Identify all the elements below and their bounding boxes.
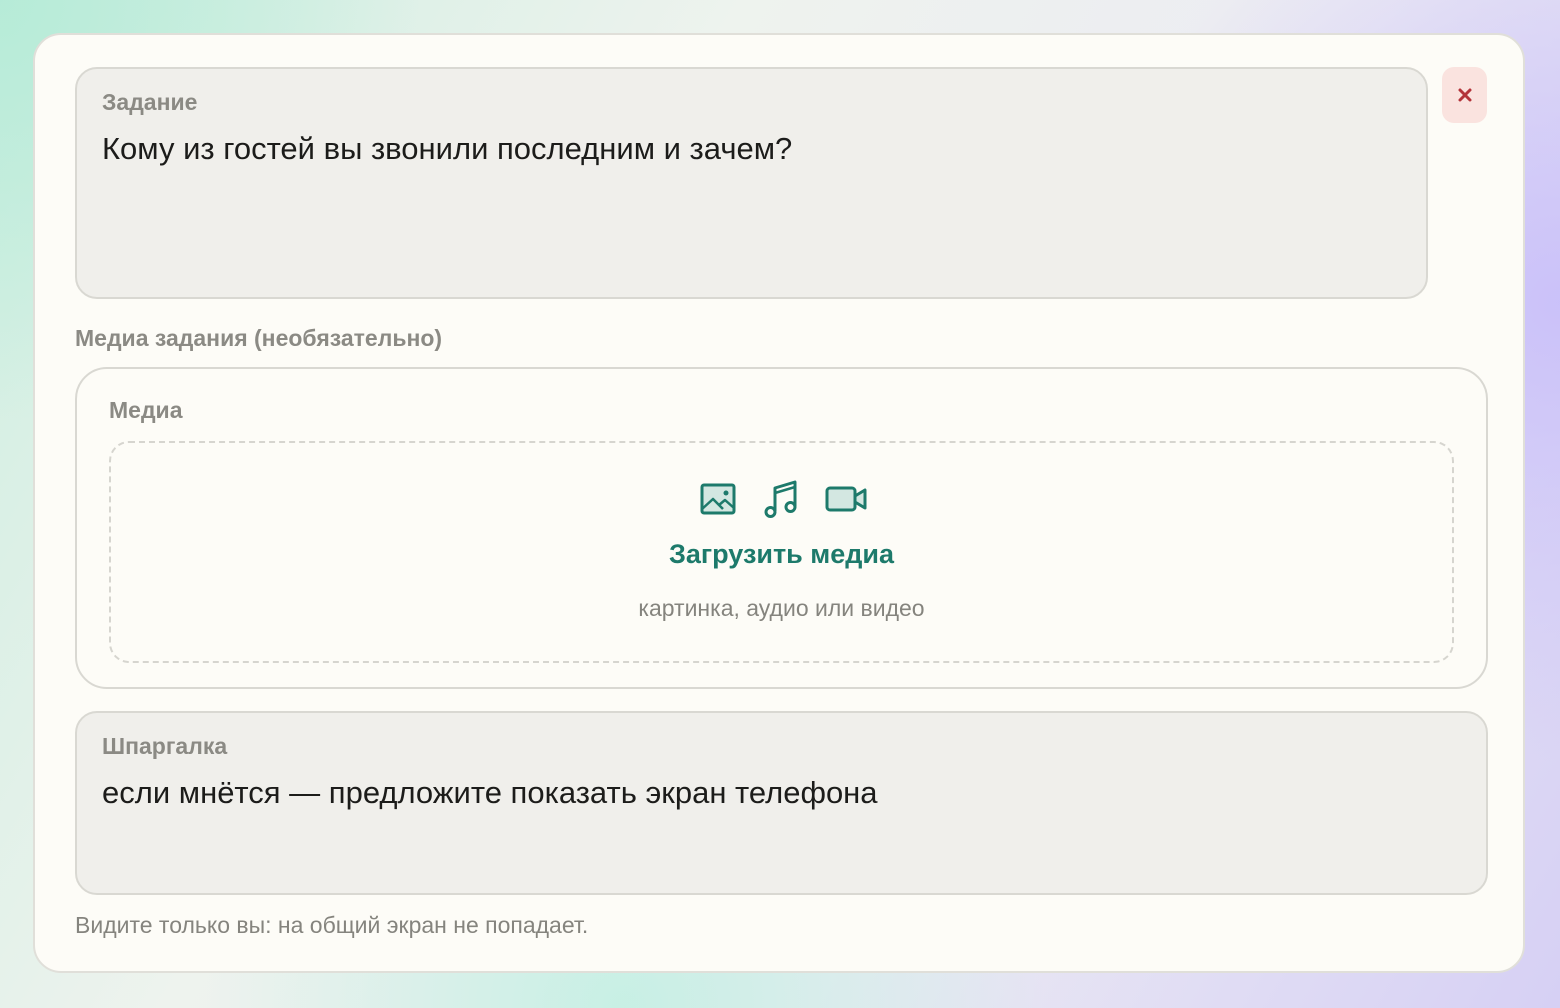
upload-media-hint: картинка, аудио или видео bbox=[638, 595, 925, 621]
image-icon bbox=[700, 483, 735, 515]
hint-privacy-note: Видите только вы: на общий экран не попа… bbox=[75, 912, 589, 938]
upload-media-title[interactable]: Загрузить медиа bbox=[111, 539, 1452, 570]
media-upload-dropzone[interactable]: Загрузить медиа картинка, аудио или виде… bbox=[109, 441, 1454, 663]
close-icon bbox=[1458, 88, 1471, 102]
video-camera-icon bbox=[825, 486, 866, 512]
media-box-label: Медиа bbox=[109, 397, 183, 423]
task-label: Задание bbox=[102, 89, 198, 115]
media-section-label: Медиа задания (необязательно) bbox=[75, 325, 443, 351]
hint-label: Шпаргалка bbox=[102, 733, 228, 759]
task-text[interactable]: Кому из гостей вы звонили последним и за… bbox=[102, 131, 792, 167]
remove-task-button[interactable] bbox=[1442, 67, 1487, 123]
music-icon bbox=[764, 480, 796, 518]
hint-text[interactable]: если мнётся — предложите показать экран … bbox=[102, 775, 878, 811]
media-type-icons bbox=[111, 479, 1452, 519]
task-editor-card: Задание Кому из гостей вы звонили послед… bbox=[33, 33, 1525, 973]
hint-textarea[interactable]: Шпаргалка если мнётся — предложите показ… bbox=[75, 711, 1488, 895]
media-box: Медиа Загрузить медиа картинка, аудио ил… bbox=[75, 367, 1488, 689]
task-textarea[interactable]: Задание Кому из гостей вы звонили послед… bbox=[75, 67, 1428, 299]
